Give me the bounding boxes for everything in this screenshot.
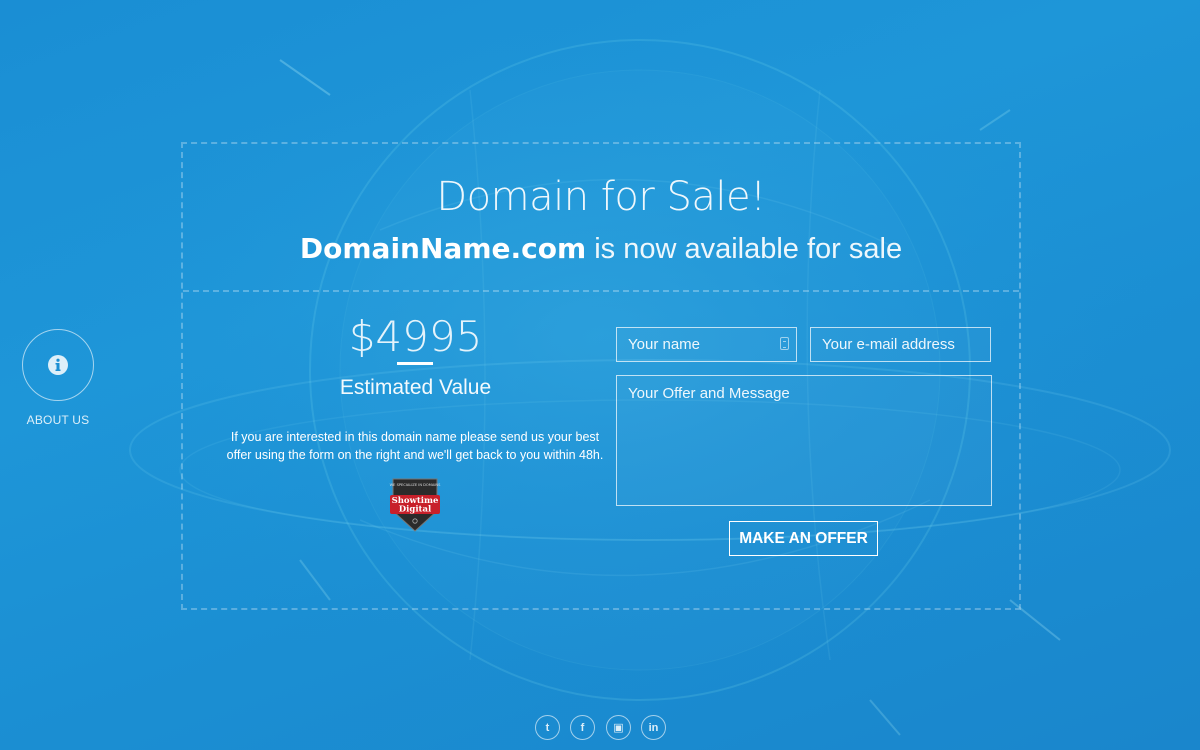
contact-card-icon — [780, 337, 789, 350]
badge-logo: WE SPECIALIZE IN DOMAINS Showtime Digita… — [390, 478, 441, 532]
linkedin-icon[interactable]: in — [641, 715, 666, 740]
about-us-circle[interactable] — [22, 329, 94, 401]
page-subtitle: DomainName.com is now available for sale — [183, 232, 1019, 266]
showtime-digital-badge[interactable]: WE SPECIALIZE IN DOMAINS Showtime Digita… — [387, 477, 443, 533]
facebook-icon[interactable]: f — [570, 715, 595, 740]
offer-message-field[interactable] — [616, 375, 992, 506]
badge-top-text: WE SPECIALIZE IN DOMAINS — [390, 483, 441, 487]
youtube-icon[interactable]: ▣ — [606, 715, 631, 740]
make-offer-button[interactable]: MAKE AN OFFER — [729, 521, 878, 556]
page-title: Domain for Sale! — [436, 174, 766, 220]
about-us-label[interactable]: ABOUT US — [8, 413, 108, 427]
price-underline — [397, 362, 433, 365]
price-label: Estimated Value — [339, 376, 492, 399]
domain-name: DomainName.com — [299, 232, 587, 265]
subtitle-text: is now available for sale — [586, 233, 903, 265]
twitter-icon[interactable]: t — [535, 715, 560, 740]
email-field[interactable] — [810, 327, 991, 362]
info-icon — [48, 355, 68, 375]
social-links: t f ▣ in — [535, 715, 667, 740]
price-value: $4995 — [348, 312, 483, 361]
panel-divider — [183, 290, 1019, 292]
name-field[interactable] — [616, 327, 797, 362]
badge-brand-line2: Digital — [399, 505, 432, 515]
sale-panel: Domain for Sale! DomainName.com is now a… — [181, 142, 1021, 610]
about-us-link[interactable]: ABOUT US — [22, 329, 94, 427]
offer-description: If you are interested in this domain nam… — [226, 430, 604, 462]
